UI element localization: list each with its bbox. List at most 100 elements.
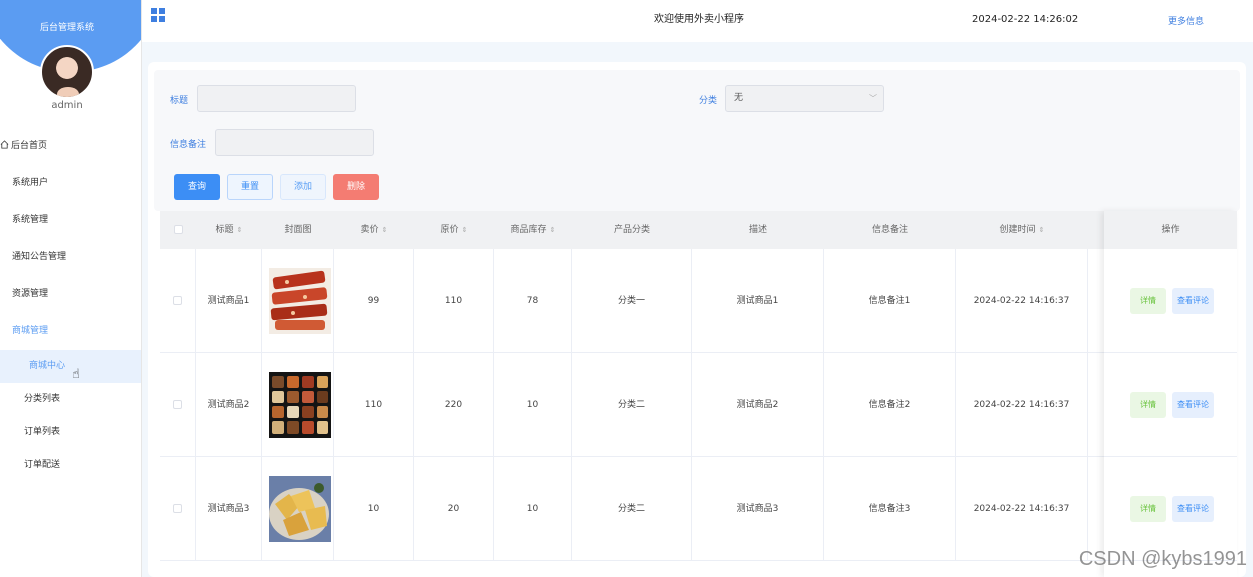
sidebar-subitem-categories[interactable]: 分类列表	[0, 383, 141, 416]
cell-actions: 详情 查看评论	[1104, 249, 1237, 353]
cell-category: 分类一	[572, 249, 692, 353]
col-remark-label: 信息备注	[871, 225, 908, 235]
cell-stock: 10	[494, 457, 572, 561]
remark-filter-input[interactable]	[215, 129, 374, 156]
col-created[interactable]: 创建时间 ⇕	[956, 211, 1088, 249]
col-title-label: 标题	[215, 225, 234, 235]
remark-filter-label: 信息备注	[170, 140, 207, 150]
cell-original-price: 20	[414, 457, 494, 561]
sidebar-item-home[interactable]: 后台首页	[0, 128, 141, 165]
avatar[interactable]	[40, 45, 94, 99]
cell-category: 分类二	[572, 353, 692, 457]
hand-cursor-icon: ☝	[72, 367, 80, 382]
sort-icon[interactable]: ⇕	[382, 226, 388, 234]
sidebar-item-mall[interactable]: 商城管理	[0, 313, 141, 350]
sidebar-subitem-delivery[interactable]: 订单配送	[0, 449, 141, 482]
sidebar-subitem-orders[interactable]: 订单列表	[0, 416, 141, 449]
cell-desc: 测试商品3	[692, 457, 824, 561]
cell-original-price: 110	[414, 249, 494, 353]
menu-grid-icon[interactable]	[151, 8, 165, 22]
sort-icon[interactable]: ⇕	[1039, 226, 1045, 234]
select-all-cell[interactable]	[160, 211, 196, 249]
title-filter-input[interactable]	[197, 85, 356, 112]
product-table: 标题 ⇕ 封面图 卖价 ⇕ 原价 ⇕ 商品库存 ⇕ 产品分类 描述 信息备注 创建时间 ⇕…	[160, 211, 1237, 577]
cell-stock: 78	[494, 249, 572, 353]
category-select[interactable]: 无 ﹀	[725, 85, 884, 112]
cell-title: 测试商品1	[196, 249, 262, 353]
sidebar-menu: 后台首页 系统用户 系统管理 通知公告管理 资源管理 商城管理 商城中心 ☝ 分类…	[0, 128, 141, 482]
cell-remark: 信息备注2	[824, 353, 956, 457]
sidebar-item-notices[interactable]: 通知公告管理	[0, 239, 141, 276]
view-reviews-button[interactable]: 查看评论	[1172, 496, 1214, 522]
top-header: 欢迎使用外卖小程序 2024-02-22 14:26:02 更多信息	[142, 0, 1253, 42]
view-reviews-button[interactable]: 查看评论	[1172, 288, 1214, 314]
row-checkbox[interactable]	[173, 400, 182, 409]
sidebar-item-system-admin[interactable]: 系统管理	[0, 202, 141, 239]
col-original[interactable]: 原价 ⇕	[414, 211, 494, 249]
sidebar-item-label: 系统管理	[12, 215, 49, 225]
sidebar: 后台管理系统 admin 后台首页 系统用户 系统管理 通知公告管理 资源管理 …	[0, 0, 142, 577]
cell-cover	[262, 353, 334, 457]
cell-title: 测试商品2	[196, 353, 262, 457]
sidebar-item-label: 订单列表	[24, 427, 61, 437]
cell-actions: 详情 查看评论	[1104, 457, 1237, 561]
sidebar-subitem-mall-center[interactable]: 商城中心 ☝	[0, 350, 141, 383]
product-image-skewers[interactable]	[269, 268, 331, 334]
view-reviews-button[interactable]: 查看评论	[1172, 392, 1214, 418]
col-stock-label: 商品库存	[510, 225, 547, 235]
sidebar-item-label: 资源管理	[12, 289, 49, 299]
detail-button[interactable]: 详情	[1130, 392, 1166, 418]
cell-original-price: 220	[414, 353, 494, 457]
col-price[interactable]: 卖价 ⇕	[334, 211, 414, 249]
sidebar-item-resources[interactable]: 资源管理	[0, 276, 141, 313]
select-all-checkbox[interactable]	[173, 225, 183, 234]
cell-cover	[262, 249, 334, 353]
product-image-fried[interactable]	[269, 476, 331, 542]
category-filter-label: 分类	[699, 96, 718, 106]
cell-remark: 信息备注3	[824, 457, 956, 561]
col-actions: 操作	[1104, 211, 1237, 249]
cell-created: 2024-02-22 14:16:37	[956, 249, 1088, 353]
cell-price: 10	[334, 457, 414, 561]
delete-button[interactable]: 删除	[333, 174, 379, 200]
col-desc: 描述	[692, 211, 824, 249]
col-category-label: 产品分类	[613, 225, 650, 235]
col-cover: 封面图	[262, 211, 334, 249]
detail-button[interactable]: 详情	[1130, 496, 1166, 522]
row-select-cell[interactable]	[160, 249, 196, 353]
sort-icon[interactable]: ⇕	[550, 226, 556, 234]
sidebar-item-label: 分类列表	[24, 394, 61, 404]
sidebar-item-label: 通知公告管理	[12, 252, 67, 262]
col-original-label: 原价	[440, 225, 459, 235]
cell-spacer	[1088, 249, 1104, 353]
current-datetime: 2024-02-22 14:26:02	[972, 14, 1079, 25]
cell-spacer	[1088, 457, 1104, 561]
table-row: 测试商品1 99 110 78 分类一 测试商品1 信息备注1 2024-02-…	[160, 249, 1237, 353]
main-panel: 标题 分类 无 ﹀ 信息备注 查询 重置 添加 删除 标题 ⇕ 封面图 卖价 ⇕ 原…	[148, 62, 1246, 577]
chevron-down-icon: ﹀	[869, 94, 877, 103]
cell-cover	[262, 457, 334, 561]
product-image-bento[interactable]	[269, 372, 331, 438]
col-title[interactable]: 标题 ⇕	[196, 211, 262, 249]
query-button[interactable]: 查询	[174, 174, 220, 200]
row-checkbox[interactable]	[173, 504, 182, 513]
col-category: 产品分类	[572, 211, 692, 249]
row-select-cell[interactable]	[160, 457, 196, 561]
sort-icon[interactable]: ⇕	[462, 226, 468, 234]
cell-desc: 测试商品2	[692, 353, 824, 457]
cell-actions: 详情 查看评论	[1104, 353, 1237, 457]
detail-button[interactable]: 详情	[1130, 288, 1166, 314]
row-checkbox[interactable]	[173, 296, 182, 305]
filter-area: 标题 分类 无 ﹀ 信息备注 查询 重置 添加 删除	[154, 70, 1240, 211]
sort-icon[interactable]: ⇕	[237, 226, 243, 234]
row-select-cell[interactable]	[160, 353, 196, 457]
col-actions-label: 操作	[1161, 225, 1180, 235]
col-stock[interactable]: 商品库存 ⇕	[494, 211, 572, 249]
col-remark: 信息备注	[824, 211, 956, 249]
add-button[interactable]: 添加	[280, 174, 326, 200]
table-row: 测试商品3 10 20 10 分类二 测试商品3 信息备注3 2024-02-2…	[160, 457, 1237, 561]
sidebar-item-system-users[interactable]: 系统用户	[0, 165, 141, 202]
reset-button[interactable]: 重置	[227, 174, 273, 200]
table-row	[160, 561, 1237, 577]
more-info-link[interactable]: 更多信息	[1168, 14, 1204, 27]
